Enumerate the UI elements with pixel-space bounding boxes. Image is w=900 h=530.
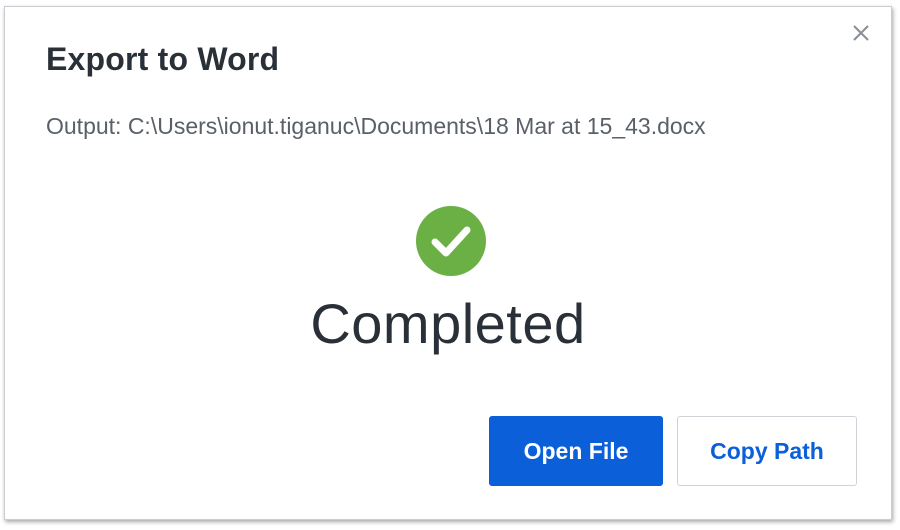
status-text: Completed bbox=[310, 292, 586, 355]
close-icon bbox=[853, 25, 869, 41]
open-file-button[interactable]: Open File bbox=[489, 416, 663, 486]
dialog-title: Export to Word bbox=[46, 41, 280, 77]
close-button[interactable] bbox=[849, 21, 873, 45]
output-path: Output: C:\Users\ionut.tiganuc\Documents… bbox=[46, 113, 706, 139]
copy-path-button[interactable]: Copy Path bbox=[677, 416, 857, 486]
check-circle-icon bbox=[416, 206, 486, 276]
export-dialog: Export to Word Output: C:\Users\ionut.ti… bbox=[4, 6, 892, 520]
